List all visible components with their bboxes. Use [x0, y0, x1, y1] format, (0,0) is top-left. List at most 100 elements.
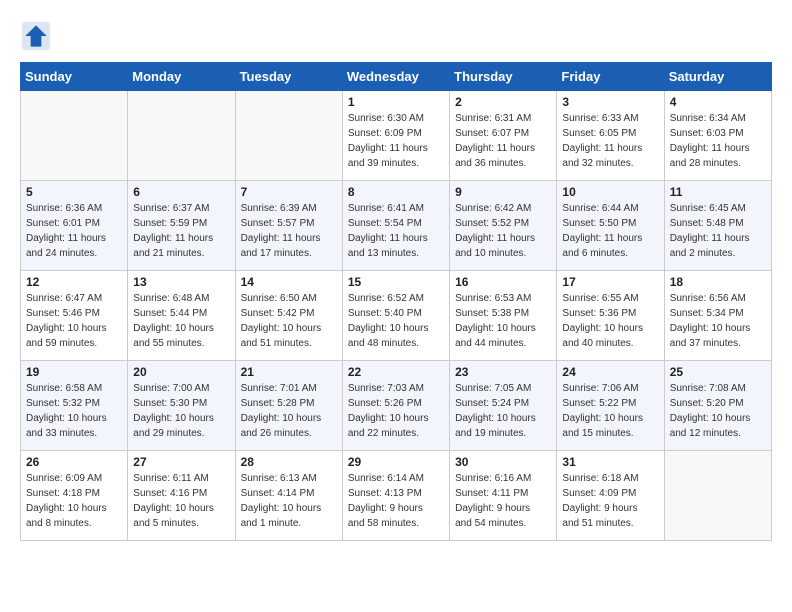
- day-number: 21: [241, 365, 337, 379]
- day-number: 9: [455, 185, 551, 199]
- day-number: 10: [562, 185, 658, 199]
- calendar-cell: 17 Sunrise: 6:55 AM Sunset: 5:36 PM Dayli…: [557, 271, 664, 361]
- calendar-cell: 19 Sunrise: 6:58 AM Sunset: 5:32 PM Dayli…: [21, 361, 128, 451]
- calendar-cell: 4 Sunrise: 6:34 AM Sunset: 6:03 PM Daylig…: [664, 91, 771, 181]
- calendar-body: 1 Sunrise: 6:30 AM Sunset: 6:09 PM Daylig…: [21, 91, 772, 541]
- calendar-cell: 14 Sunrise: 6:50 AM Sunset: 5:42 PM Dayli…: [235, 271, 342, 361]
- day-number: 31: [562, 455, 658, 469]
- day-number: 17: [562, 275, 658, 289]
- day-info: Sunrise: 6:48 AM Sunset: 5:44 PM Dayligh…: [133, 291, 229, 351]
- day-info: Sunrise: 6:44 AM Sunset: 5:50 PM Dayligh…: [562, 201, 658, 261]
- day-number: 24: [562, 365, 658, 379]
- day-info: Sunrise: 6:50 AM Sunset: 5:42 PM Dayligh…: [241, 291, 337, 351]
- calendar-cell: 29 Sunrise: 6:14 AM Sunset: 4:13 PM Dayli…: [342, 451, 449, 541]
- day-info: Sunrise: 6:37 AM Sunset: 5:59 PM Dayligh…: [133, 201, 229, 261]
- calendar-cell: 5 Sunrise: 6:36 AM Sunset: 6:01 PM Daylig…: [21, 181, 128, 271]
- calendar-cell: 7 Sunrise: 6:39 AM Sunset: 5:57 PM Daylig…: [235, 181, 342, 271]
- day-info: Sunrise: 7:01 AM Sunset: 5:28 PM Dayligh…: [241, 381, 337, 441]
- day-info: Sunrise: 6:16 AM Sunset: 4:11 PM Dayligh…: [455, 471, 551, 531]
- calendar-cell: 11Sunrise: 6:45 AM Sunset: 5:48 PM Dayli…: [664, 181, 771, 271]
- day-info: Sunrise: 6:55 AM Sunset: 5:36 PM Dayligh…: [562, 291, 658, 351]
- calendar-cell: 26Sunrise: 6:09 AM Sunset: 4:18 PM Dayli…: [21, 451, 128, 541]
- day-info: Sunrise: 6:34 AM Sunset: 6:03 PM Dayligh…: [670, 111, 766, 171]
- calendar-cell: [664, 451, 771, 541]
- day-number: 15: [348, 275, 444, 289]
- day-info: Sunrise: 6:13 AM Sunset: 4:14 PM Dayligh…: [241, 471, 337, 531]
- day-info: Sunrise: 6:33 AM Sunset: 6:05 PM Dayligh…: [562, 111, 658, 171]
- day-number: 19: [26, 365, 122, 379]
- day-number: 6: [133, 185, 229, 199]
- day-number: 14: [241, 275, 337, 289]
- day-number: 5: [26, 185, 122, 199]
- day-info: Sunrise: 6:18 AM Sunset: 4:09 PM Dayligh…: [562, 471, 658, 531]
- column-header-monday: Monday: [128, 63, 235, 91]
- column-header-wednesday: Wednesday: [342, 63, 449, 91]
- day-info: Sunrise: 6:39 AM Sunset: 5:57 PM Dayligh…: [241, 201, 337, 261]
- day-info: Sunrise: 7:00 AM Sunset: 5:30 PM Dayligh…: [133, 381, 229, 441]
- calendar-cell: [235, 91, 342, 181]
- calendar-cell: [128, 91, 235, 181]
- calendar-header-row: SundayMondayTuesdayWednesdayThursdayFrid…: [21, 63, 772, 91]
- calendar-cell: 30Sunrise: 6:16 AM Sunset: 4:11 PM Dayli…: [450, 451, 557, 541]
- day-number: 7: [241, 185, 337, 199]
- day-number: 3: [562, 95, 658, 109]
- logo-icon: [20, 20, 52, 52]
- day-info: Sunrise: 7:06 AM Sunset: 5:22 PM Dayligh…: [562, 381, 658, 441]
- day-info: Sunrise: 6:14 AM Sunset: 4:13 PM Dayligh…: [348, 471, 444, 531]
- day-info: Sunrise: 6:52 AM Sunset: 5:40 PM Dayligh…: [348, 291, 444, 351]
- calendar-cell: 18 Sunrise: 6:56 AM Sunset: 5:34 PM Dayli…: [664, 271, 771, 361]
- day-number: 1: [348, 95, 444, 109]
- calendar-cell: 3 Sunrise: 6:33 AM Sunset: 6:05 PM Daylig…: [557, 91, 664, 181]
- calendar-week-1: 1 Sunrise: 6:30 AM Sunset: 6:09 PM Daylig…: [21, 91, 772, 181]
- column-header-tuesday: Tuesday: [235, 63, 342, 91]
- day-info: Sunrise: 6:09 AM Sunset: 4:18 PM Dayligh…: [26, 471, 122, 531]
- calendar-cell: 6 Sunrise: 6:37 AM Sunset: 5:59 PM Daylig…: [128, 181, 235, 271]
- column-header-thursday: Thursday: [450, 63, 557, 91]
- calendar-week-4: 19 Sunrise: 6:58 AM Sunset: 5:32 PM Dayli…: [21, 361, 772, 451]
- day-number: 28: [241, 455, 337, 469]
- day-info: Sunrise: 6:42 AM Sunset: 5:52 PM Dayligh…: [455, 201, 551, 261]
- day-number: 4: [670, 95, 766, 109]
- day-info: Sunrise: 6:11 AM Sunset: 4:16 PM Dayligh…: [133, 471, 229, 531]
- day-number: 18: [670, 275, 766, 289]
- column-header-friday: Friday: [557, 63, 664, 91]
- calendar-cell: 23Sunrise: 7:05 AM Sunset: 5:24 PM Dayli…: [450, 361, 557, 451]
- day-info: Sunrise: 7:08 AM Sunset: 5:20 PM Dayligh…: [670, 381, 766, 441]
- calendar-cell: 21 Sunrise: 7:01 AM Sunset: 5:28 PM Dayli…: [235, 361, 342, 451]
- calendar-cell: 1 Sunrise: 6:30 AM Sunset: 6:09 PM Daylig…: [342, 91, 449, 181]
- day-info: Sunrise: 6:41 AM Sunset: 5:54 PM Dayligh…: [348, 201, 444, 261]
- day-number: 13: [133, 275, 229, 289]
- day-info: Sunrise: 6:53 AM Sunset: 5:38 PM Dayligh…: [455, 291, 551, 351]
- calendar-cell: 8 Sunrise: 6:41 AM Sunset: 5:54 PM Daylig…: [342, 181, 449, 271]
- day-info: Sunrise: 6:56 AM Sunset: 5:34 PM Dayligh…: [670, 291, 766, 351]
- calendar-week-3: 12Sunrise: 6:47 AM Sunset: 5:46 PM Dayli…: [21, 271, 772, 361]
- logo: [20, 20, 56, 52]
- calendar-cell: 25 Sunrise: 7:08 AM Sunset: 5:20 PM Dayli…: [664, 361, 771, 451]
- day-number: 22: [348, 365, 444, 379]
- day-info: Sunrise: 7:03 AM Sunset: 5:26 PM Dayligh…: [348, 381, 444, 441]
- day-number: 27: [133, 455, 229, 469]
- calendar-week-2: 5 Sunrise: 6:36 AM Sunset: 6:01 PM Daylig…: [21, 181, 772, 271]
- calendar-cell: 10 Sunrise: 6:44 AM Sunset: 5:50 PM Dayli…: [557, 181, 664, 271]
- day-number: 8: [348, 185, 444, 199]
- day-info: Sunrise: 6:31 AM Sunset: 6:07 PM Dayligh…: [455, 111, 551, 171]
- calendar-cell: 31 Sunrise: 6:18 AM Sunset: 4:09 PM Dayli…: [557, 451, 664, 541]
- calendar-cell: 24 Sunrise: 7:06 AM Sunset: 5:22 PM Dayli…: [557, 361, 664, 451]
- calendar-table: SundayMondayTuesdayWednesdayThursdayFrid…: [20, 62, 772, 541]
- day-number: 25: [670, 365, 766, 379]
- page-header: [20, 20, 772, 52]
- calendar-cell: 28 Sunrise: 6:13 AM Sunset: 4:14 PM Dayli…: [235, 451, 342, 541]
- calendar-cell: 20Sunrise: 7:00 AM Sunset: 5:30 PM Dayli…: [128, 361, 235, 451]
- day-info: Sunrise: 6:58 AM Sunset: 5:32 PM Dayligh…: [26, 381, 122, 441]
- day-number: 12: [26, 275, 122, 289]
- day-info: Sunrise: 6:36 AM Sunset: 6:01 PM Dayligh…: [26, 201, 122, 261]
- day-number: 29: [348, 455, 444, 469]
- calendar-cell: 12Sunrise: 6:47 AM Sunset: 5:46 PM Dayli…: [21, 271, 128, 361]
- day-info: Sunrise: 6:30 AM Sunset: 6:09 PM Dayligh…: [348, 111, 444, 171]
- calendar-cell: 27 Sunrise: 6:11 AM Sunset: 4:16 PM Dayli…: [128, 451, 235, 541]
- calendar-cell: [21, 91, 128, 181]
- calendar-cell: 15 Sunrise: 6:52 AM Sunset: 5:40 PM Dayli…: [342, 271, 449, 361]
- calendar-cell: 22 Sunrise: 7:03 AM Sunset: 5:26 PM Dayli…: [342, 361, 449, 451]
- day-info: Sunrise: 7:05 AM Sunset: 5:24 PM Dayligh…: [455, 381, 551, 441]
- calendar-cell: 2Sunrise: 6:31 AM Sunset: 6:07 PM Daylig…: [450, 91, 557, 181]
